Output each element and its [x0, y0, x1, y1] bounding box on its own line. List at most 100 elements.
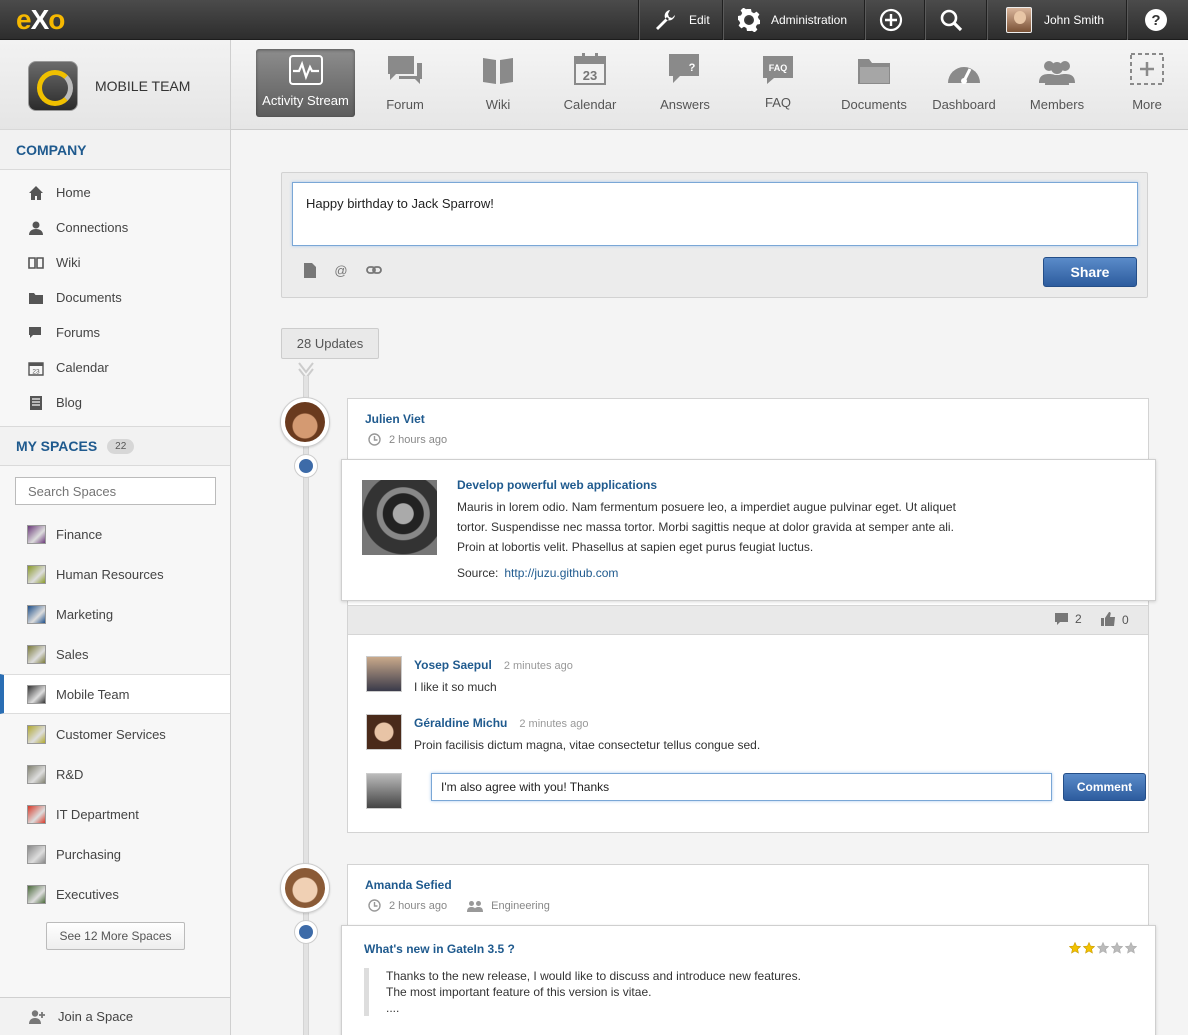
sidebar-item-home[interactable]: Home [0, 175, 230, 210]
updates-count[interactable]: 28 Updates [281, 328, 379, 359]
attach-file-icon[interactable] [304, 263, 316, 278]
share-button[interactable]: Share [1043, 257, 1137, 287]
rating-stars[interactable] [1069, 942, 1137, 954]
user-name: John Smith [1044, 13, 1105, 27]
tab-answers[interactable]: ? Answers [639, 49, 731, 117]
svg-text:?: ? [1151, 12, 1160, 29]
help-icon: ? [1145, 9, 1167, 31]
space-logo[interactable] [28, 61, 78, 111]
help-button[interactable]: ? [1126, 0, 1188, 40]
folder-icon [29, 292, 43, 304]
tab-documents[interactable]: Documents [828, 49, 920, 117]
tab-activity-stream[interactable]: Activity Stream [256, 49, 355, 117]
tab-label: Documents [841, 97, 907, 112]
edit-menu[interactable]: Edit [638, 0, 722, 40]
sidebar-item-wiki[interactable]: Wiki [0, 245, 230, 280]
sidebar-space-human-resources[interactable]: Human Resources [0, 554, 230, 594]
link-thumbnail[interactable] [362, 480, 437, 555]
status-input[interactable]: Happy birthday to Jack Sparrow! [292, 182, 1138, 246]
post-quote: Thanks to the new release, I would like … [364, 968, 801, 1016]
tab-members[interactable]: Members [1011, 49, 1103, 117]
sidebar-space-marketing[interactable]: Marketing [0, 594, 230, 634]
sidebar-space-finance[interactable]: Finance [0, 514, 230, 554]
like-button[interactable]: 0 [1100, 612, 1129, 627]
commenter-avatar[interactable] [366, 714, 402, 750]
dashboard-icon [948, 67, 980, 84]
tab-more[interactable]: More [1100, 49, 1188, 117]
tab-dashboard[interactable]: Dashboard [918, 49, 1010, 117]
search-button[interactable] [924, 0, 986, 40]
sidebar-item-connections[interactable]: Connections [0, 210, 230, 245]
more-icon [1130, 53, 1164, 85]
commenter-name: Yosep Saepul 2 minutes ago [414, 658, 573, 672]
plus-circle-icon [879, 8, 903, 32]
svg-text:23: 23 [32, 368, 40, 375]
sidebar-space-it-department[interactable]: IT Department [0, 794, 230, 834]
post-title[interactable]: What's new in GateIn 3.5 ? [364, 942, 515, 956]
gear-icon [738, 8, 760, 32]
activity-time-text: 2 hours ago [389, 433, 448, 446]
svg-text:@: @ [334, 263, 347, 277]
sidebar-item-forums[interactable]: Forums [0, 315, 230, 350]
sidebar-space-executives[interactable]: Executives [0, 874, 230, 914]
user-avatar [1006, 7, 1032, 33]
sidebar-space-purchasing[interactable]: Purchasing [0, 834, 230, 874]
sidebar-space-r-d[interactable]: R&D [0, 754, 230, 794]
spaces-count-badge: 22 [107, 438, 135, 454]
activity-author[interactable]: Amanda Sefied [365, 878, 452, 892]
tab-label: Members [1029, 97, 1085, 112]
sidebar-item-calendar[interactable]: 23 Calendar [0, 350, 230, 385]
comment-input[interactable] [431, 773, 1052, 801]
source-link[interactable]: http://juzu.github.com [504, 566, 618, 580]
search-spaces-input[interactable] [15, 477, 216, 505]
star-empty-icon[interactable] [1097, 942, 1109, 954]
link-title[interactable]: Develop powerful web applications [457, 478, 657, 492]
sidebar-space-customer-services[interactable]: Customer Services [0, 714, 230, 754]
commenter-name-text[interactable]: Géraldine Michu [414, 716, 507, 730]
comment-button[interactable]: Comment [1063, 773, 1146, 801]
add-button[interactable] [864, 0, 924, 40]
thumbs-up-icon [1101, 612, 1115, 626]
administration-menu[interactable]: Administration [722, 0, 864, 40]
sidebar-space-mobile-team[interactable]: Mobile Team [0, 674, 230, 714]
link-icon[interactable] [366, 263, 382, 277]
mention-icon[interactable]: @ [334, 263, 348, 277]
activity-stream: Happy birthday to Jack Sparrow! @ Share … [231, 131, 1188, 1035]
spaces-list: Finance Human Resources Marketing Sales Mobi… [0, 514, 230, 914]
exo-logo[interactable]: eXo [16, 4, 65, 36]
activity-author[interactable]: Julien Viet [365, 412, 425, 426]
calendar-icon: 23 [28, 361, 44, 376]
star-filled-icon[interactable] [1069, 942, 1081, 954]
join-space-button[interactable]: Join a Space [0, 997, 230, 1035]
link-activity-icon [294, 454, 318, 478]
star-empty-icon[interactable] [1125, 942, 1137, 954]
tab-calendar[interactable]: 23 Calendar [544, 49, 636, 117]
comment-time: 2 minutes ago [519, 718, 589, 730]
comments-count-button[interactable]: 2 [1054, 612, 1082, 626]
activity-time-text: 2 hours ago [389, 899, 448, 912]
space-label: Purchasing [56, 846, 122, 862]
star-filled-icon[interactable] [1083, 942, 1095, 954]
space-label: IT Department [56, 806, 139, 822]
space-avatar [27, 564, 46, 584]
join-space-label: Join a Space [58, 1009, 134, 1024]
tab-wiki[interactable]: Wiki [452, 49, 544, 117]
sidebar-item-documents[interactable]: Documents [0, 280, 230, 315]
sidebar-space-sales[interactable]: Sales [0, 634, 230, 674]
sidebar-item-blog[interactable]: Blog [0, 385, 230, 420]
tab-label: Dashboard [932, 97, 996, 112]
commenter-name-text[interactable]: Yosep Saepul [414, 658, 492, 672]
activity-department[interactable]: Engineering [467, 900, 550, 912]
current-user-avatar [366, 773, 402, 809]
clock-icon [368, 899, 381, 912]
user-menu[interactable]: John Smith [986, 0, 1126, 40]
book-icon [28, 256, 44, 269]
star-empty-icon[interactable] [1111, 942, 1123, 954]
activity-author-avatar[interactable] [280, 863, 330, 913]
tab-faq[interactable]: FAQ FAQ [732, 49, 824, 117]
commenter-avatar[interactable] [366, 656, 402, 692]
see-more-spaces-button[interactable]: See 12 More Spaces [46, 922, 185, 950]
activity-author-avatar[interactable] [280, 397, 330, 447]
tab-forum[interactable]: Forum [359, 49, 451, 117]
company-section-title: COMPANY [0, 130, 230, 170]
